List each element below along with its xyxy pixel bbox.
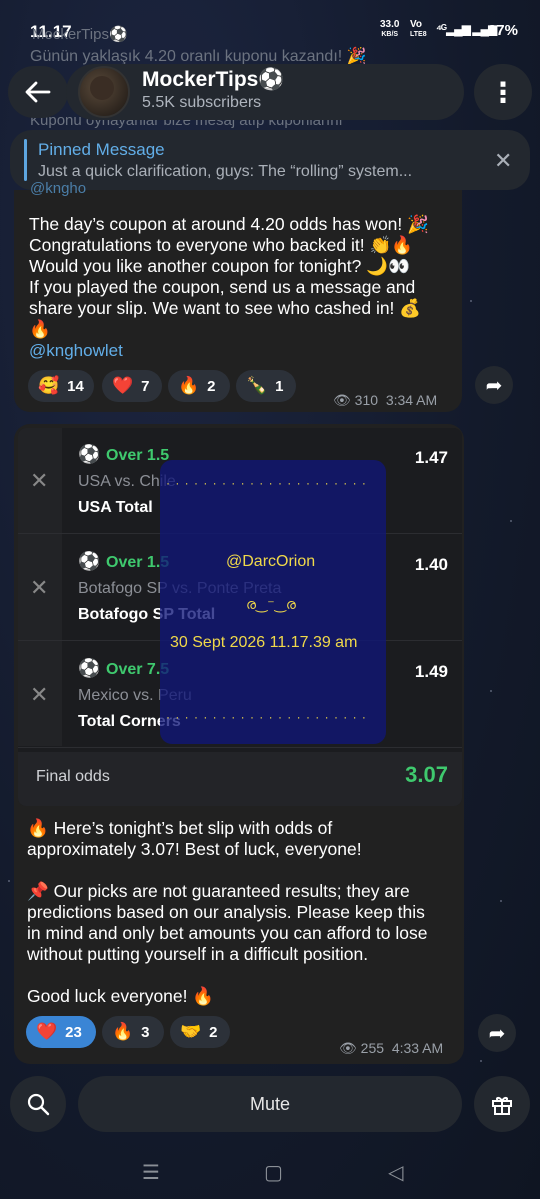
reaction-chip[interactable]: 🔥 2 (168, 370, 230, 402)
pick-odds: 1.40 (414, 555, 448, 574)
system-nav-bar: ☰ ▢ ◁ (0, 1150, 540, 1199)
battery-level: 87% (487, 22, 518, 39)
reaction-chip[interactable]: 🔥 3 (102, 1016, 164, 1048)
reaction-chip[interactable]: 🍾 1 (236, 370, 296, 402)
home-icon[interactable]: ▢ (264, 1160, 283, 1185)
search-button[interactable] (10, 1076, 66, 1132)
gift-button[interactable] (474, 1076, 530, 1132)
watermark-dots: · · · · · · · · · · · · · · · · · · · · … (166, 476, 367, 490)
reaction-chip[interactable]: ❤️ 7 (102, 370, 162, 402)
back-button[interactable] (8, 66, 68, 118)
subscriber-count: 5.5K subscribers (142, 94, 262, 111)
eye-icon: 👁 (339, 1040, 357, 1056)
recents-icon[interactable]: ☰ (142, 1160, 160, 1185)
final-odds-row: Final odds 3.07 (18, 752, 462, 806)
message-text: 🔥 Here’s tonight’s bet slip with odds of… (27, 818, 428, 1006)
message-meta: 👁 310 3:34 AM (333, 392, 438, 408)
watermark-face: ര‿⁻‿ര (246, 596, 296, 612)
final-odds-label: Final odds (36, 768, 110, 785)
avatar[interactable] (78, 66, 130, 118)
final-odds-value: 3.07 (405, 762, 448, 787)
share-button[interactable]: ➦ (475, 366, 513, 404)
gift-icon (492, 1097, 512, 1115)
message-meta: 👁 255 4:33 AM (339, 1040, 444, 1056)
mute-button[interactable]: Mute (78, 1076, 462, 1132)
market-name: USA Total (78, 499, 153, 516)
eye-icon: 👁 (333, 392, 351, 408)
watermark-user: @DarcOrion (226, 553, 316, 570)
reaction-chip[interactable]: 🤝 2 (170, 1016, 230, 1048)
reaction-chip[interactable]: 🥰 14 (28, 370, 94, 402)
share-icon: ➦ (485, 374, 503, 397)
close-icon: ✕ (30, 468, 49, 493)
watermark-dots: · · · · · · · · · · · · · · · · · · · · … (166, 710, 367, 724)
soccer-ball-icon: ⚽ (78, 658, 101, 678)
back-arrow-icon (25, 81, 51, 103)
behind-channel-name: MockerTips⚽ (32, 26, 128, 43)
pinned-message-bar[interactable] (10, 130, 530, 190)
network-type: Vo LTE8 (410, 19, 427, 39)
more-menu-button[interactable]: ⋮ (474, 64, 532, 120)
back-nav-icon[interactable]: ◁ (388, 1160, 403, 1185)
more-vertical-icon: ⋮ (489, 76, 517, 108)
close-icon: ✕ (30, 575, 49, 600)
close-icon: ✕ (30, 682, 49, 707)
pinned-indicator (24, 139, 27, 181)
pick-label: Over 1.5 (106, 447, 170, 464)
soccer-ball-icon: ⚽ (78, 444, 101, 464)
channel-name: MockerTips⚽ (142, 68, 285, 91)
partial-mention: @kngho (30, 180, 87, 197)
pick-odds: 1.47 (414, 448, 448, 467)
network-speed: 33.0 KB/S (380, 19, 400, 39)
close-icon[interactable]: ✕ (494, 148, 512, 174)
behind-message-line: Günün yaklaşık 4.20 oranlı kuponu kazand… (30, 48, 367, 65)
soccer-ball-icon: ⚽ (78, 551, 101, 571)
pick-odds: 1.49 (414, 662, 448, 681)
share-icon: ➦ (488, 1022, 506, 1045)
watermark-date: 30 Sept 2026 11.17.39 am (170, 634, 358, 651)
pinned-title: Pinned Message (38, 140, 165, 159)
message-text: The day’s coupon at around 4.20 odds has… (29, 214, 429, 339)
share-button[interactable]: ➦ (478, 1014, 516, 1052)
mention-link[interactable]: @knghowlet (29, 341, 123, 361)
pinned-text: Just a quick clarification, guys: The “r… (38, 163, 413, 180)
search-icon (27, 1093, 50, 1116)
reaction-chip-selected[interactable]: ❤️ 23 (26, 1016, 96, 1048)
